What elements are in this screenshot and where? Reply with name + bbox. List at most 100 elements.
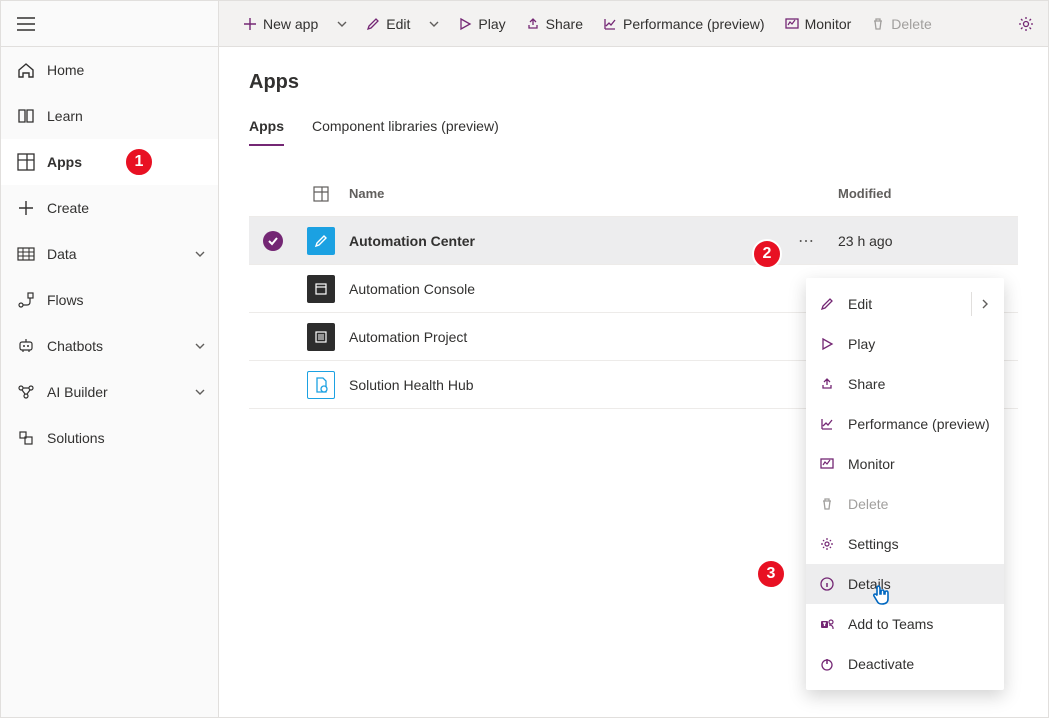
sidebar-item-data[interactable]: Data bbox=[1, 231, 218, 277]
settings-button[interactable] bbox=[1014, 8, 1038, 40]
menu-item-edit[interactable]: Edit bbox=[806, 284, 1004, 324]
pencil-icon bbox=[820, 297, 842, 311]
sidebar-item-flows[interactable]: Flows bbox=[1, 277, 218, 323]
solutions-icon bbox=[17, 428, 39, 448]
menu-label: Edit bbox=[848, 296, 963, 312]
menu-item-performance[interactable]: Performance (preview) bbox=[806, 404, 1004, 444]
column-header-modified[interactable]: Modified bbox=[838, 186, 1018, 201]
delete-button: Delete bbox=[863, 8, 939, 40]
tabs: Apps Component libraries (preview) bbox=[249, 118, 1018, 147]
play-button[interactable]: Play bbox=[450, 8, 513, 40]
menu-item-add-to-teams[interactable]: Add to Teams bbox=[806, 604, 1004, 644]
app-type-icon bbox=[307, 323, 335, 351]
sidebar-item-chatbots[interactable]: Chatbots bbox=[1, 323, 218, 369]
sidebar-item-learn[interactable]: Learn bbox=[1, 93, 218, 139]
info-icon bbox=[820, 577, 842, 591]
tab-component-libraries[interactable]: Component libraries (preview) bbox=[312, 118, 499, 146]
sidebar-item-apps[interactable]: Apps bbox=[1, 139, 218, 185]
menu-label: Deactivate bbox=[848, 656, 990, 672]
sidebar-item-label: Create bbox=[47, 200, 206, 216]
monitor-button[interactable]: Monitor bbox=[777, 8, 860, 40]
menu-label: Play bbox=[848, 336, 990, 352]
book-icon bbox=[17, 106, 39, 126]
annotation-badge-2: 2 bbox=[752, 239, 782, 269]
sidebar-item-create[interactable]: Create bbox=[1, 185, 218, 231]
menu-label: Delete bbox=[848, 496, 990, 512]
menu-item-settings[interactable]: Settings bbox=[806, 524, 1004, 564]
menu-label: Share bbox=[848, 376, 990, 392]
column-header-name[interactable]: Name bbox=[345, 186, 798, 201]
gear-icon bbox=[820, 537, 842, 551]
performance-button[interactable]: Performance (preview) bbox=[595, 8, 773, 40]
menu-item-details[interactable]: Details bbox=[806, 564, 1004, 604]
flows-icon bbox=[17, 290, 39, 310]
apps-icon bbox=[17, 152, 39, 172]
toolbar-label: Delete bbox=[891, 16, 931, 32]
sidebar-item-label: Data bbox=[47, 246, 194, 262]
play-icon bbox=[820, 337, 842, 351]
sidebar-item-label: AI Builder bbox=[47, 384, 194, 400]
menu-item-monitor[interactable]: Monitor bbox=[806, 444, 1004, 484]
app-name: Solution Health Hub bbox=[345, 377, 798, 393]
aibuilder-icon bbox=[17, 382, 39, 402]
sidebar-item-home[interactable]: Home bbox=[1, 47, 218, 93]
chatbot-icon bbox=[17, 336, 39, 356]
teams-icon bbox=[820, 617, 842, 631]
toolbar-label: Share bbox=[546, 16, 583, 32]
pencil-icon bbox=[366, 17, 380, 31]
sidebar: Home Learn Apps Create Data Flows bbox=[1, 1, 219, 717]
table-row[interactable]: Automation Center ⋯ 23 h ago bbox=[249, 217, 1018, 265]
app-modified: 23 h ago bbox=[838, 233, 1018, 249]
chart-icon bbox=[603, 17, 617, 31]
play-icon bbox=[458, 17, 472, 31]
menu-label: Monitor bbox=[848, 456, 990, 472]
menu-divider bbox=[971, 292, 972, 316]
edit-dropdown[interactable] bbox=[422, 8, 446, 40]
data-icon bbox=[17, 244, 39, 264]
share-icon bbox=[526, 17, 540, 31]
menu-label: Details bbox=[848, 576, 990, 592]
tab-apps[interactable]: Apps bbox=[249, 118, 284, 146]
menu-label: Performance (preview) bbox=[848, 416, 990, 432]
toolbar: New app Edit Play Share Performance (pre… bbox=[219, 1, 1048, 47]
app-type-icon bbox=[307, 275, 335, 303]
app-name: Automation Project bbox=[345, 329, 798, 345]
share-button[interactable]: Share bbox=[518, 8, 591, 40]
more-actions-button[interactable]: ⋯ bbox=[798, 233, 816, 250]
plus-icon bbox=[17, 198, 39, 218]
share-icon bbox=[820, 377, 842, 391]
sidebar-item-label: Solutions bbox=[47, 430, 206, 446]
menu-item-deactivate[interactable]: Deactivate bbox=[806, 644, 1004, 684]
menu-label: Add to Teams bbox=[848, 616, 990, 632]
new-app-dropdown[interactable] bbox=[330, 8, 354, 40]
new-app-button[interactable]: New app bbox=[235, 8, 326, 40]
trash-icon bbox=[871, 17, 885, 31]
row-selected-check-icon[interactable] bbox=[263, 231, 283, 251]
gear-icon bbox=[1018, 16, 1034, 32]
power-icon bbox=[820, 657, 842, 671]
sidebar-item-solutions[interactable]: Solutions bbox=[1, 415, 218, 461]
chevron-down-icon bbox=[194, 248, 206, 260]
sidebar-item-label: Chatbots bbox=[47, 338, 194, 354]
menu-item-delete: Delete bbox=[806, 484, 1004, 524]
hamburger-row bbox=[1, 1, 218, 47]
home-icon bbox=[17, 60, 39, 80]
annotation-badge-1: 1 bbox=[124, 147, 154, 177]
menu-item-share[interactable]: Share bbox=[806, 364, 1004, 404]
app-type-icon bbox=[307, 227, 335, 255]
chevron-right-icon[interactable] bbox=[980, 299, 990, 309]
table-header: Name Modified bbox=[249, 171, 1018, 217]
column-type-icon[interactable] bbox=[297, 186, 345, 202]
menu-label: Settings bbox=[848, 536, 990, 552]
toolbar-label: Monitor bbox=[805, 16, 852, 32]
hamburger-icon[interactable] bbox=[17, 17, 35, 31]
edit-button[interactable]: Edit bbox=[358, 8, 418, 40]
sidebar-item-label: Flows bbox=[47, 292, 206, 308]
context-menu: Edit Play Share Performance (preview) Mo… bbox=[806, 278, 1004, 690]
toolbar-label: New app bbox=[263, 16, 318, 32]
monitor-icon bbox=[785, 17, 799, 31]
app-name: Automation Center bbox=[345, 233, 798, 249]
sidebar-item-ai-builder[interactable]: AI Builder bbox=[1, 369, 218, 415]
menu-item-play[interactable]: Play bbox=[806, 324, 1004, 364]
toolbar-label: Edit bbox=[386, 16, 410, 32]
